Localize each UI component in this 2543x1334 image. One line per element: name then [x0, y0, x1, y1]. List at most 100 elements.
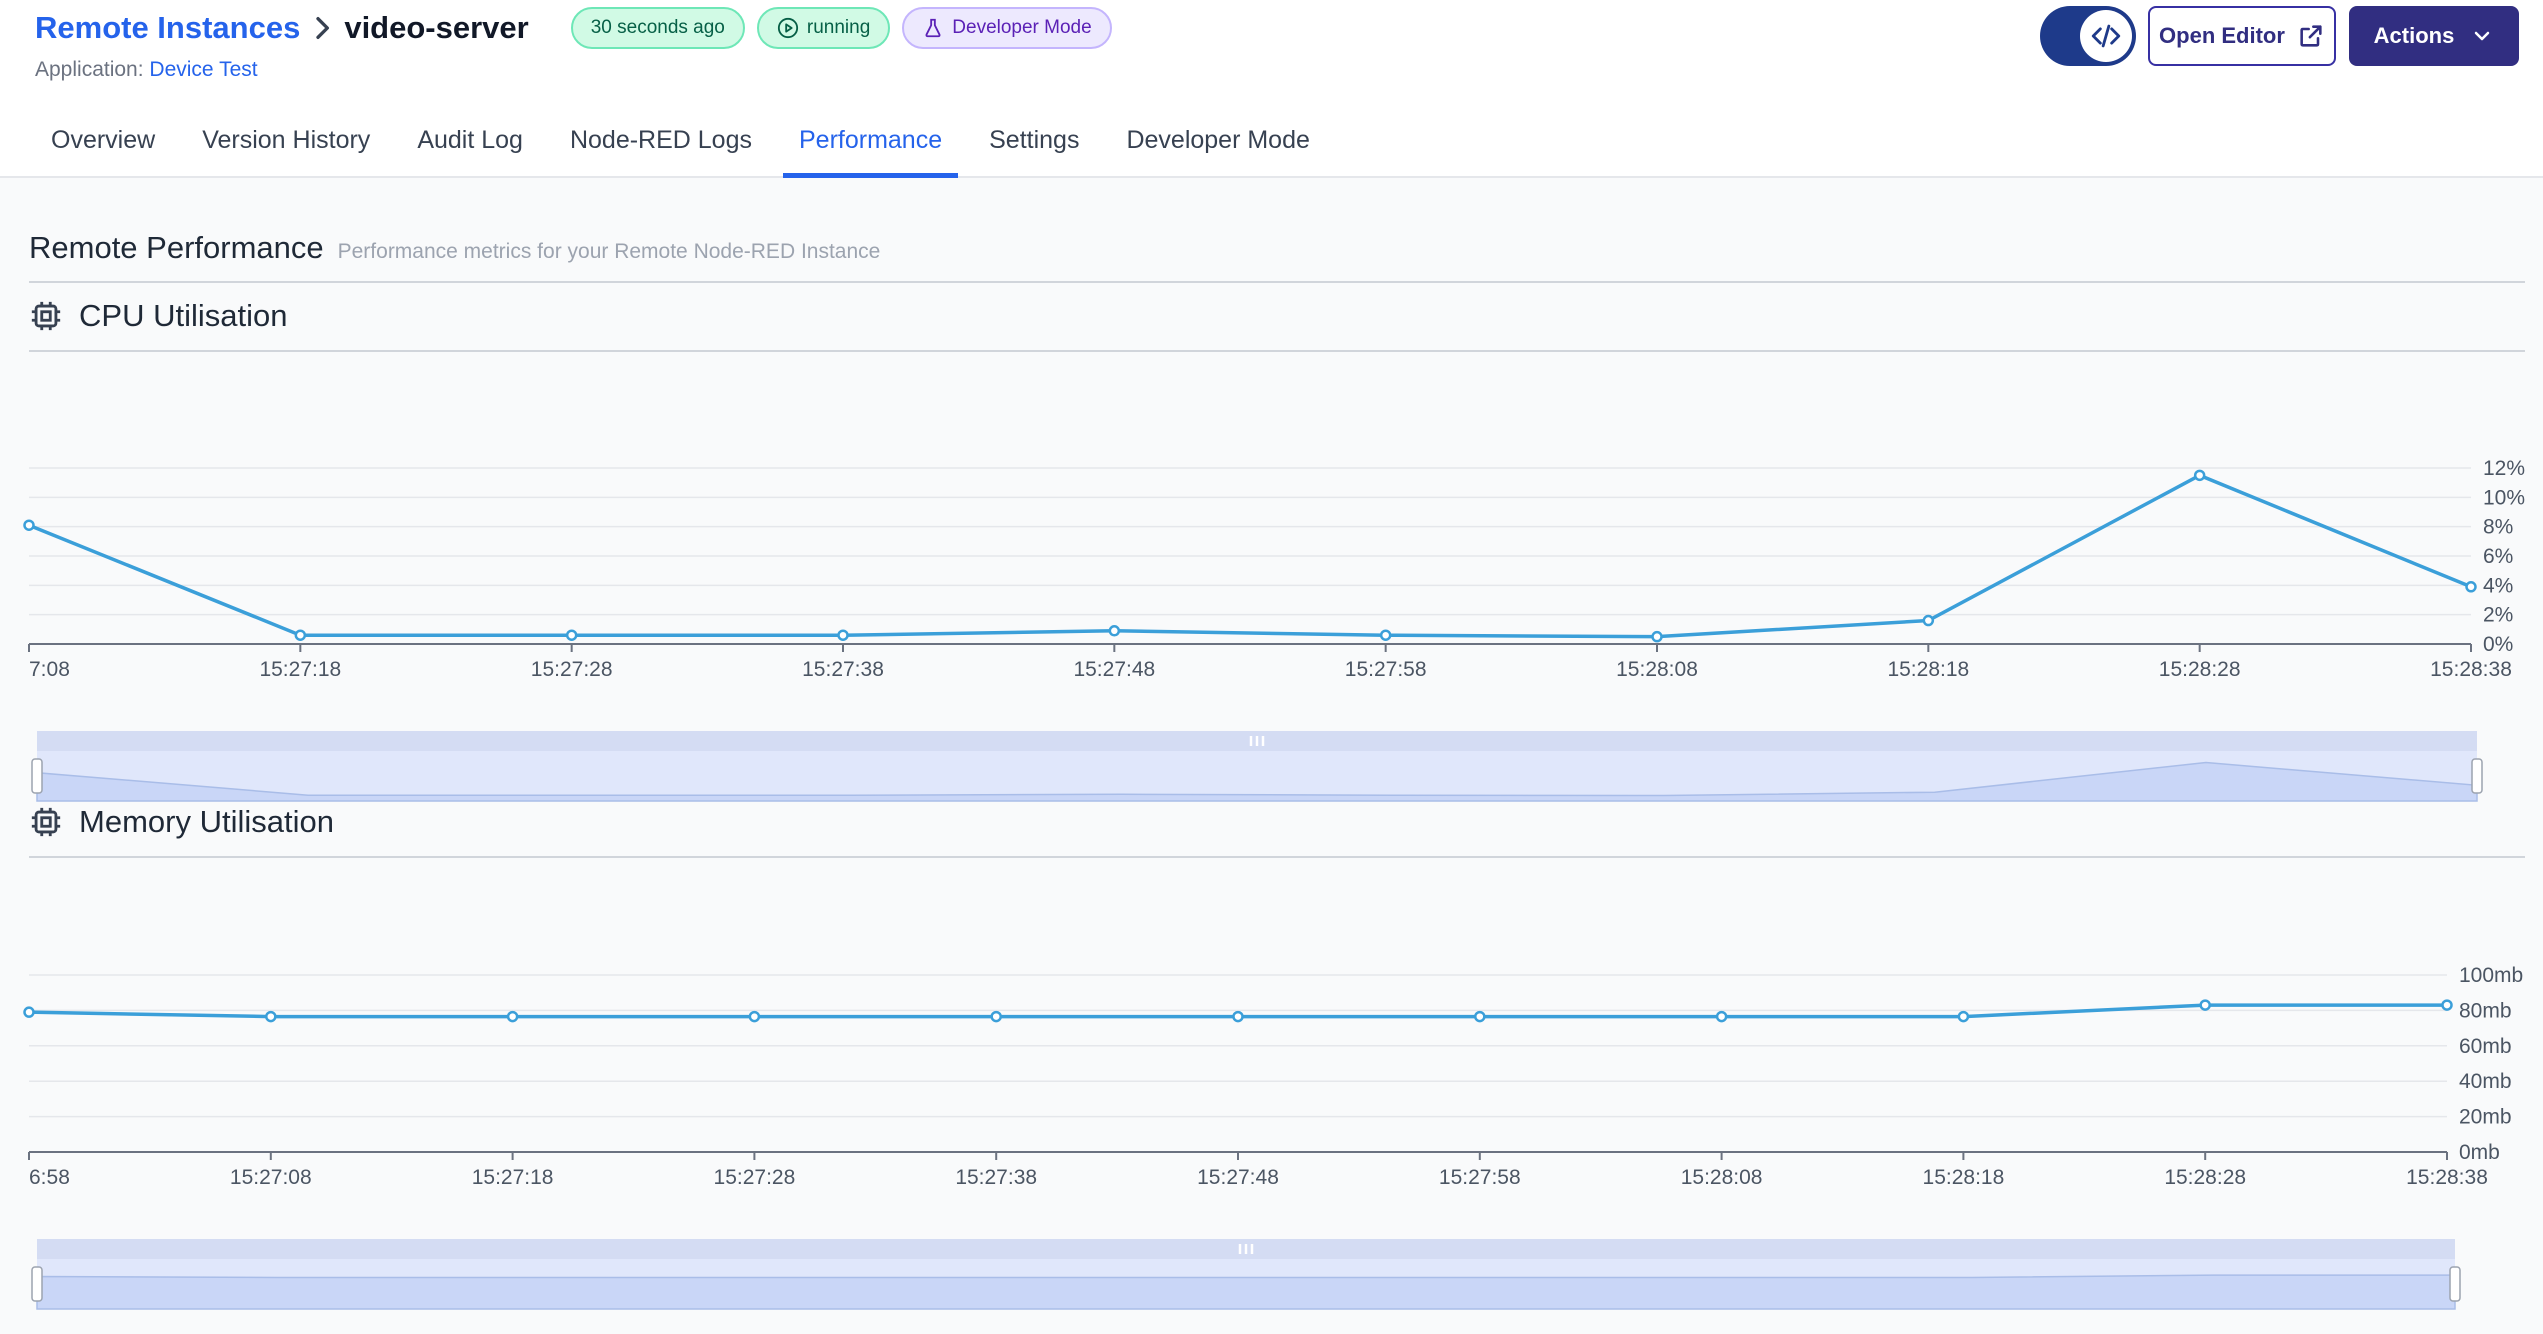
- open-editor-button[interactable]: Open Editor: [2148, 6, 2336, 66]
- y-tick-label: 6%: [2483, 545, 2513, 568]
- actions-label: Actions: [2373, 23, 2455, 48]
- zoom-handle-right[interactable]: [2471, 758, 2483, 794]
- x-tick-label: 15:27:18: [259, 658, 341, 681]
- breadcrumb-root-link[interactable]: Remote Instances: [35, 10, 300, 46]
- cpu-chart: 0% 2% 4% 6% 8% 10% 12% 7:08 15:27:18 15:27:28 15:2…: [23, 457, 2525, 802]
- application-link[interactable]: Device Test: [149, 58, 257, 81]
- y-tick-label: 0%: [2483, 633, 2513, 656]
- y-tick-label: 40mb: [2459, 1070, 2512, 1093]
- status-badge-label: running: [806, 17, 871, 38]
- memory-chart-title: Memory Utilisation: [79, 804, 334, 839]
- data-point: [2193, 469, 2206, 482]
- data-point: [748, 1010, 761, 1023]
- x-tick-label: 15:28:38: [2406, 1166, 2488, 1189]
- divider: [29, 856, 2525, 858]
- x-tick-label: 15:27:38: [802, 658, 884, 681]
- data-point: [1651, 630, 1663, 643]
- chip-icon: [31, 807, 61, 837]
- page-title: Remote Performance: [29, 230, 324, 265]
- data-point: [23, 519, 35, 531]
- external-link-icon: [2300, 25, 2322, 47]
- x-tick-label: 6:58: [29, 1166, 70, 1189]
- updated-badge: 30 seconds ago: [570, 7, 745, 49]
- x-tick-label: 15:28:18: [1923, 1166, 2005, 1189]
- actions-button[interactable]: Actions: [2349, 6, 2519, 66]
- x-tick-label: 15:27:48: [1197, 1166, 1279, 1189]
- tab-settings[interactable]: Settings: [973, 118, 1095, 178]
- divider: [29, 350, 2525, 352]
- page-subtitle: Performance metrics for your Remote Node…: [337, 240, 881, 263]
- x-tick-label: 15:27:38: [955, 1166, 1037, 1189]
- x-tick-label: 15:27:28: [714, 1166, 796, 1189]
- tab-node-red-logs[interactable]: Node-RED Logs: [554, 118, 768, 178]
- y-tick-label: 20mb: [2459, 1106, 2512, 1129]
- x-tick-label: 15:28:28: [2164, 1166, 2246, 1189]
- page-header: Remote Instances video-server 30 seconds…: [0, 0, 2543, 178]
- y-tick-label: 4%: [2483, 574, 2513, 597]
- x-tick-label: 15:27:28: [531, 658, 613, 681]
- data-point: [1922, 614, 1935, 627]
- x-tick-label: 15:28:08: [1681, 1166, 1763, 1189]
- data-point: [23, 1006, 35, 1018]
- updated-badge-label: 30 seconds ago: [590, 17, 725, 38]
- zoom-handle-left[interactable]: [31, 758, 43, 794]
- x-tick-label: 15:28:28: [2159, 658, 2241, 681]
- chevron-right-icon: [316, 16, 330, 39]
- application-line: Application: Device Test: [35, 58, 258, 82]
- data-point: [294, 629, 307, 641]
- cpu-chart-title: CPU Utilisation: [79, 298, 288, 333]
- data-point: [1108, 625, 1121, 637]
- tab-performance[interactable]: Performance: [782, 118, 959, 178]
- developer-mode-badge: Developer Mode: [902, 7, 1112, 49]
- x-tick-label: 15:28:18: [1887, 658, 1969, 681]
- data-point: [2465, 581, 2477, 593]
- y-tick-label: 2%: [2483, 604, 2513, 627]
- y-tick-label: 60mb: [2459, 1035, 2512, 1058]
- memory-chart: 0mb 20mb 40mb 60mb 80mb 100mb 6:58 15:27:08 15:2…: [23, 964, 2523, 1310]
- x-tick-label: 15:27:18: [472, 1166, 554, 1189]
- y-tick-label: 12%: [2483, 457, 2525, 480]
- x-tick-label: 15:28:08: [1616, 658, 1698, 681]
- cpu-chart-header: CPU Utilisation: [29, 298, 287, 334]
- breadcrumb: Remote Instances video-server 30 seconds…: [35, 7, 1112, 49]
- memory-chart-header: Memory Utilisation: [29, 804, 334, 840]
- divider: [29, 281, 2525, 283]
- data-point: [2441, 999, 2453, 1011]
- data-point: [1715, 1010, 1728, 1023]
- tab-audit-log[interactable]: Audit Log: [401, 118, 539, 178]
- y-tick-label: 0mb: [2459, 1141, 2500, 1164]
- zoom-slider-preview: [36, 1274, 2456, 1310]
- data-point: [2199, 999, 2211, 1011]
- code-icon: [2080, 10, 2132, 62]
- developer-mode-toggle[interactable]: [2040, 6, 2136, 66]
- x-tick-label: 7:08: [29, 658, 70, 681]
- play-circle-icon: [777, 17, 798, 39]
- data-point: [565, 629, 578, 641]
- x-tick-label: 15:27:58: [1345, 658, 1427, 681]
- chip-icon: [31, 301, 61, 331]
- chevron-down-icon: [2475, 31, 2490, 41]
- y-tick-label: 8%: [2483, 516, 2513, 539]
- x-tick-label: 15:28:38: [2430, 658, 2512, 681]
- data-point: [1957, 1010, 1970, 1023]
- status-badge: running: [756, 7, 891, 49]
- developer-mode-badge-label: Developer Mode: [952, 17, 1092, 38]
- x-tick-label: 15:27:08: [230, 1166, 312, 1189]
- open-editor-label: Open Editor: [2159, 23, 2285, 48]
- x-tick-label: 15:27:48: [1073, 658, 1155, 681]
- y-tick-label: 100mb: [2459, 964, 2523, 987]
- zoom-handle-right[interactable]: [2449, 1266, 2461, 1302]
- application-label: Application:: [35, 58, 144, 81]
- section-header: Remote Performance Performance metrics f…: [29, 230, 880, 266]
- beaker-icon: [925, 18, 941, 38]
- zoom-handle-left[interactable]: [31, 1266, 43, 1302]
- tab-version-history[interactable]: Version History: [186, 118, 386, 178]
- tab-overview[interactable]: Overview: [35, 118, 171, 178]
- instance-name: video-server: [344, 10, 529, 45]
- tab-developer-mode[interactable]: Developer Mode: [1110, 118, 1325, 178]
- y-tick-label: 10%: [2483, 486, 2525, 509]
- data-point: [506, 1010, 519, 1023]
- y-tick-label: 80mb: [2459, 999, 2512, 1022]
- x-tick-label: 15:27:58: [1439, 1166, 1521, 1189]
- tab-bar: Overview Version History Audit Log Node-…: [35, 118, 1341, 178]
